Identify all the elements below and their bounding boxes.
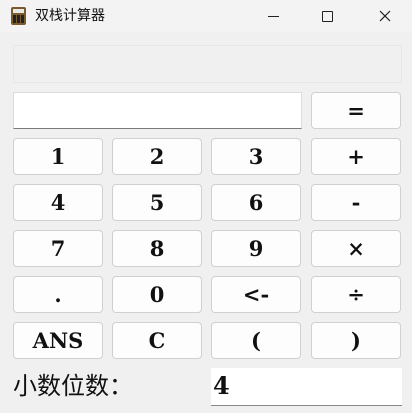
window-title: 双栈计算器: [35, 8, 105, 24]
digit-5-button[interactable]: 5: [112, 184, 202, 221]
multiply-button[interactable]: ×: [311, 230, 401, 267]
ans-button[interactable]: ANS: [13, 322, 103, 359]
minimize-button[interactable]: [250, 0, 296, 32]
expression-input[interactable]: [13, 92, 302, 129]
digit-0-button[interactable]: 0: [112, 276, 202, 313]
plus-button[interactable]: +: [311, 138, 401, 175]
right-paren-button[interactable]: ): [311, 322, 401, 359]
history-display: [13, 45, 402, 83]
decimal-places-label: 小数位数：: [13, 372, 133, 400]
title-bar: 双栈计算器: [0, 0, 412, 32]
digit-9-button[interactable]: 9: [211, 230, 301, 267]
digit-4-button[interactable]: 4: [13, 184, 103, 221]
backspace-button[interactable]: <-: [211, 276, 301, 313]
calculator-icon: [11, 7, 26, 25]
minimize-icon: [267, 15, 279, 17]
decimal-point-button[interactable]: .: [13, 276, 103, 313]
divide-button[interactable]: ÷: [311, 276, 401, 313]
digit-7-button[interactable]: 7: [13, 230, 103, 267]
digit-2-button[interactable]: 2: [112, 138, 202, 175]
maximize-button[interactable]: [304, 0, 350, 32]
clear-button[interactable]: C: [112, 322, 202, 359]
close-button[interactable]: [362, 0, 408, 32]
digit-1-button[interactable]: 1: [13, 138, 103, 175]
digit-8-button[interactable]: 8: [112, 230, 202, 267]
digit-6-button[interactable]: 6: [211, 184, 301, 221]
close-icon: [379, 10, 391, 22]
left-paren-button[interactable]: (: [211, 322, 301, 359]
equals-button[interactable]: =: [311, 92, 401, 129]
maximize-icon: [321, 10, 333, 22]
decimal-places-input[interactable]: 4: [211, 368, 402, 406]
minus-button[interactable]: -: [311, 184, 401, 221]
digit-3-button[interactable]: 3: [211, 138, 301, 175]
